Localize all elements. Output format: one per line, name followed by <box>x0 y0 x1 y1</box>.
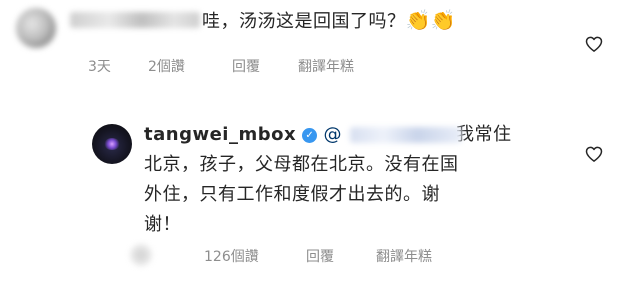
clapping-emoji: 👏👏 <box>405 8 457 32</box>
reply-likes[interactable]: 126個讚 <box>204 246 259 266</box>
mention-at[interactable]: @ <box>324 124 343 145</box>
comment-text: 哇，汤汤这是回国了吗？👏👏 <box>202 5 456 37</box>
reply-reply-button[interactable]: 回覆 <box>306 246 334 266</box>
tangwei-avatar[interactable] <box>92 124 132 164</box>
username[interactable]: tangwei_mbox <box>144 124 296 145</box>
translate-label[interactable]: 翻譯年糕 <box>298 56 354 76</box>
reply-translate-label[interactable]: 翻譯年糕 <box>376 246 432 266</box>
comment-meta: 3天 <box>88 56 111 76</box>
reply-translate-button[interactable]: 翻譯年糕 <box>376 246 432 266</box>
heart-outline-icon[interactable] <box>584 34 604 54</box>
reply-label[interactable]: 回覆 <box>232 56 260 76</box>
reply-line-4: 谢！ <box>144 214 181 235</box>
heart-outline-icon[interactable] <box>584 144 604 164</box>
reply-button[interactable]: 回覆 <box>232 56 260 76</box>
blurred-timestamp <box>130 244 152 266</box>
mentioned-username-blurred[interactable] <box>350 127 462 143</box>
comment-likes[interactable]: 2個讚 <box>148 56 185 76</box>
reply-line-2: 北京，孩子，父母都在北京。没有在国 <box>144 154 459 175</box>
commenter-username-blurred[interactable] <box>70 12 200 28</box>
reply-line-3: 外住，只有工作和度假才出去的。谢 <box>144 184 440 205</box>
comment-body: 哇，汤汤这是回国了吗？ <box>202 11 406 32</box>
reply-likes-link[interactable]: 126個讚 <box>204 246 259 266</box>
verified-badge-icon: ✓ <box>302 127 318 143</box>
comment-time: 3天 <box>88 59 111 75</box>
avatar-artwork <box>104 138 120 150</box>
reply-reply-label[interactable]: 回覆 <box>306 246 334 266</box>
commenter-avatar[interactable] <box>16 8 56 48</box>
reply-line-1: 我常住 <box>456 124 512 145</box>
translate-button[interactable]: 翻譯年糕 <box>298 56 354 76</box>
comment-likes-link[interactable]: 2個讚 <box>148 56 185 76</box>
